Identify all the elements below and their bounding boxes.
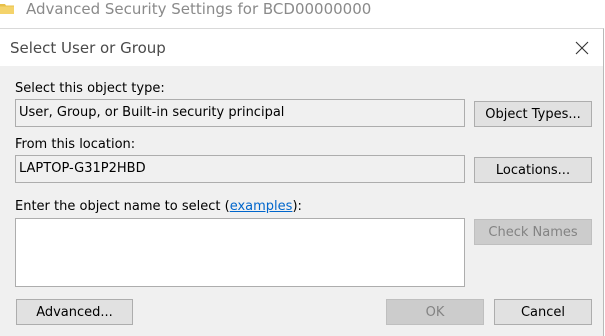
object-types-button[interactable]: Object Types... — [474, 101, 592, 127]
object-name-input[interactable] — [15, 218, 465, 287]
background-window-title: Advanced Security Settings for BCD000000… — [26, 0, 372, 18]
close-button[interactable] — [569, 35, 595, 61]
examples-link[interactable]: examples — [230, 199, 293, 214]
ok-button[interactable]: OK — [386, 299, 484, 325]
advanced-button[interactable]: Advanced... — [16, 299, 133, 325]
cancel-button[interactable]: Cancel — [494, 299, 592, 325]
check-names-button[interactable]: Check Names — [474, 219, 592, 245]
object-name-label-suffix: ): — [292, 199, 302, 214]
object-name-label: Enter the object name to select (example… — [15, 199, 302, 215]
close-icon — [575, 41, 589, 55]
dialog-title: Select User or Group — [10, 39, 166, 57]
folder-icon — [0, 1, 14, 15]
object-name-label-prefix: Enter the object name to select ( — [15, 199, 230, 214]
locations-button[interactable]: Locations... — [474, 157, 592, 183]
select-user-or-group-dialog: Select User or Group Select this object … — [0, 28, 604, 336]
background-window-titlebar: Advanced Security Settings for BCD000000… — [0, 0, 605, 28]
location-label: From this location: — [15, 137, 136, 152]
object-type-field: User, Group, or Built-in security princi… — [15, 99, 465, 127]
dialog-titlebar: Select User or Group — [0, 29, 603, 66]
location-field: LAPTOP-G31P2HBD — [15, 155, 465, 183]
object-type-label: Select this object type: — [15, 81, 165, 96]
